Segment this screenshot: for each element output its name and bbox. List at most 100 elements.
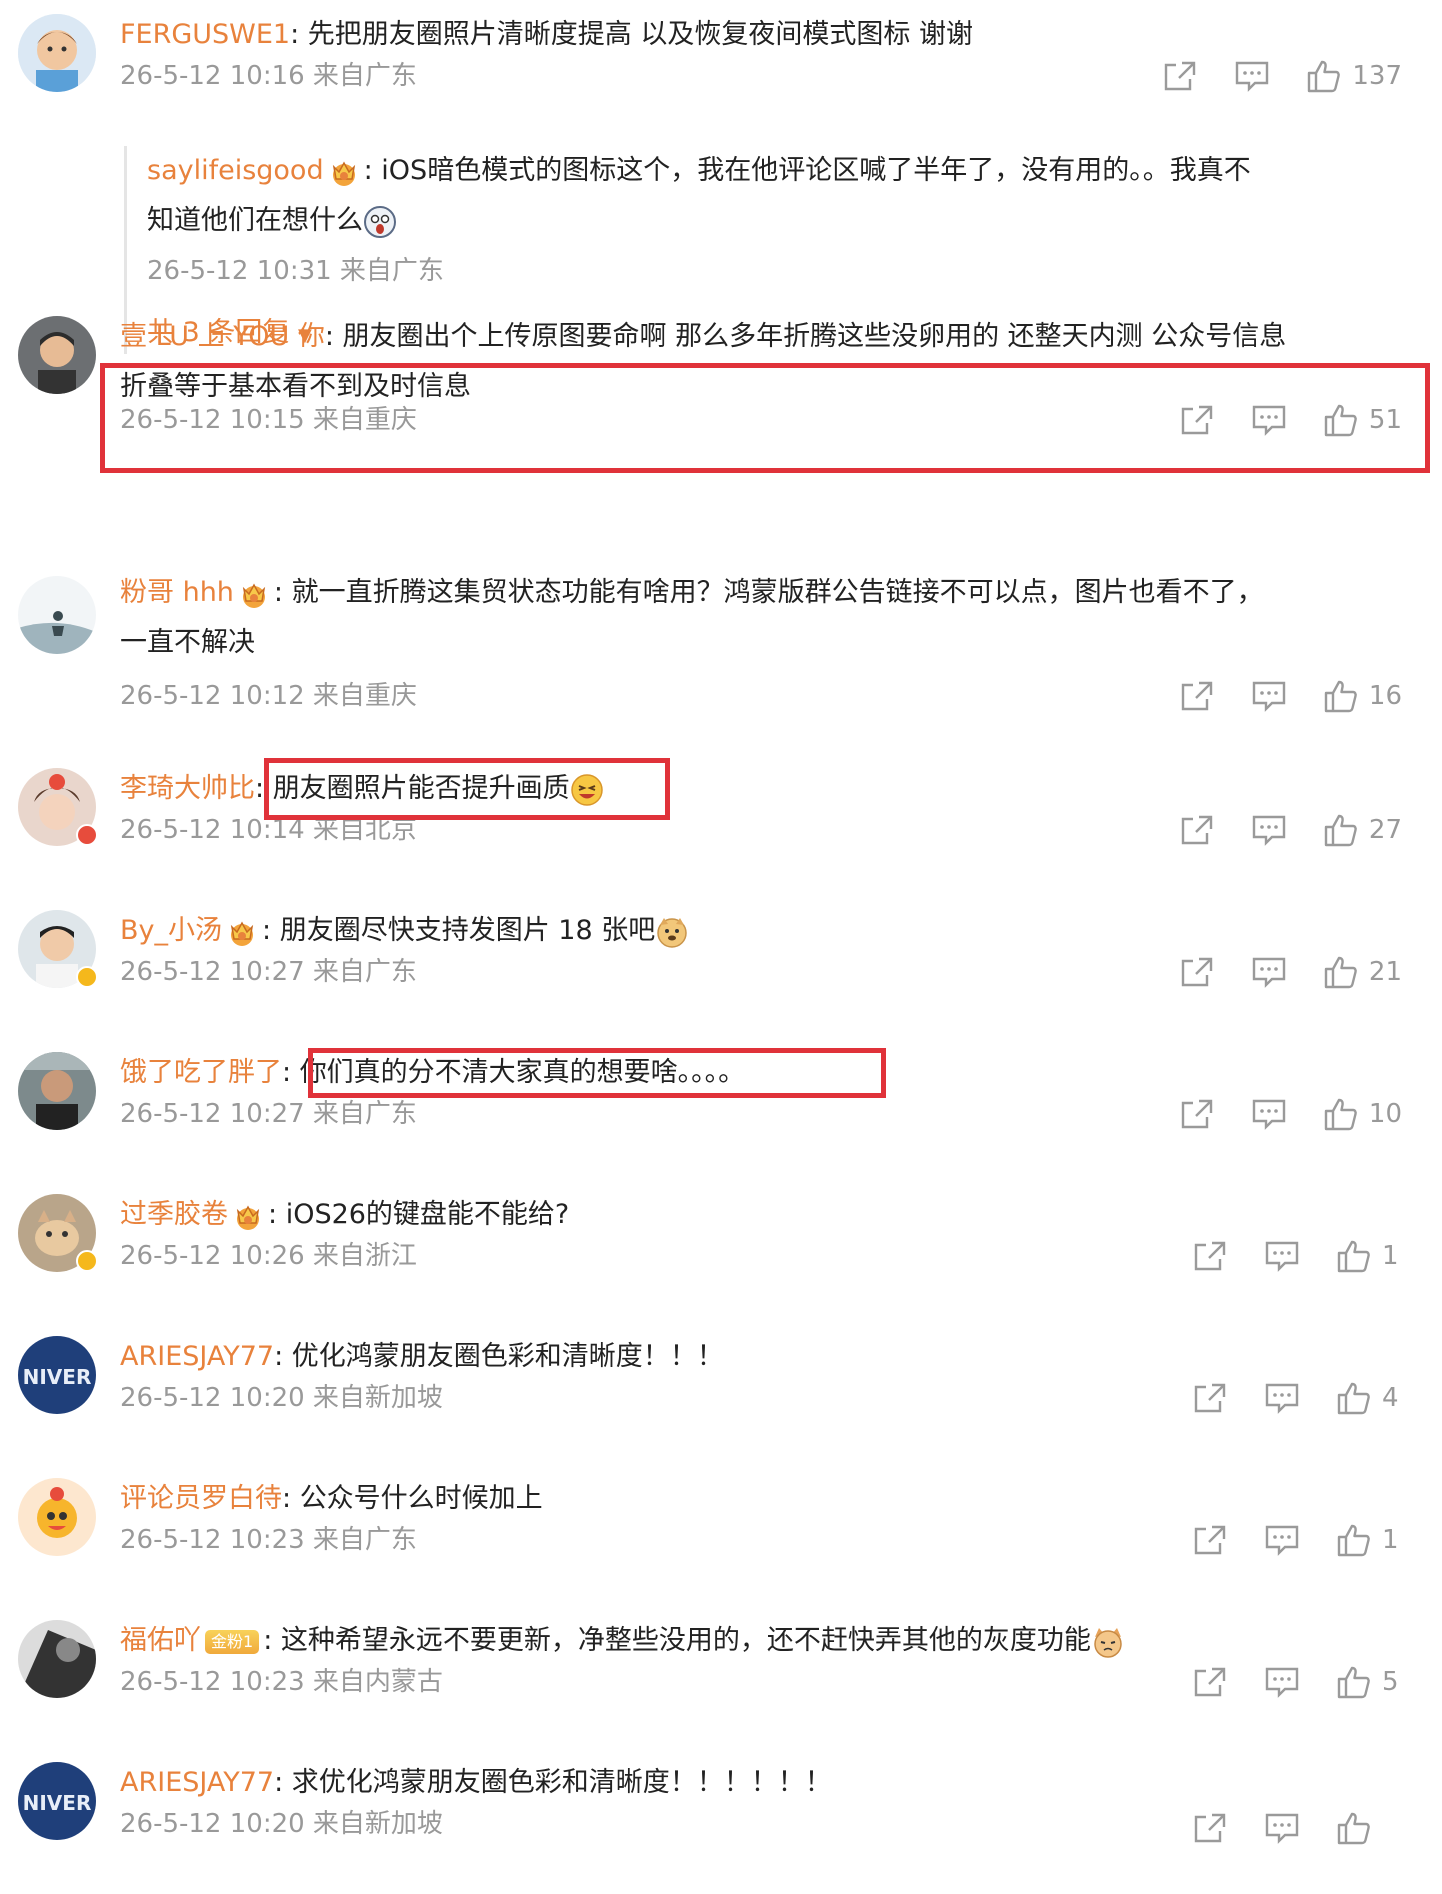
comment-actions: 1 — [1156, 1520, 1402, 1560]
comment-username[interactable]: 粉哥 hhh — [120, 577, 234, 608]
vip-crown-icon — [238, 579, 270, 609]
user-avatar[interactable] — [18, 14, 96, 92]
comment-icon[interactable] — [1251, 1097, 1287, 1131]
comment-username[interactable]: 李琦大帅比 — [120, 773, 255, 804]
comment-username[interactable]: 过季胶卷 — [120, 1199, 228, 1230]
comment-meta: 26-5-12 10:16 来自广东 — [120, 61, 417, 91]
comment-icon[interactable] — [1251, 679, 1287, 713]
like-icon[interactable] — [1323, 955, 1359, 989]
comment-meta: 26-5-12 10:23 来自内蒙古 — [120, 1667, 443, 1697]
comment-username[interactable]: 评论员罗白待 — [120, 1483, 282, 1514]
like-icon[interactable] — [1323, 679, 1359, 713]
comment-actions — [1156, 1808, 1402, 1848]
highlight-box — [308, 1048, 886, 1098]
reply-meta: 26-5-12 10:31 来自广东 — [147, 256, 444, 286]
comment-actions: 1 — [1156, 1236, 1402, 1276]
share-icon[interactable] — [1192, 1381, 1228, 1415]
like-count: 1 — [1382, 1525, 1399, 1555]
comment-icon[interactable] — [1264, 1523, 1300, 1557]
highlight-box — [264, 758, 670, 820]
like-count: 1 — [1382, 1241, 1399, 1271]
svg-text:NIVER: NIVER — [23, 1365, 92, 1389]
share-icon[interactable] — [1179, 955, 1215, 989]
comment-icon[interactable] — [1264, 1811, 1300, 1845]
comment-username[interactable]: 福佑吖 — [120, 1625, 201, 1656]
comment-body: 朋友圈尽快支持发图片 18 张吧 — [279, 915, 656, 946]
share-icon[interactable] — [1179, 1097, 1215, 1131]
comment-meta: 26-5-12 10:27 来自广东 — [120, 957, 417, 987]
verified-badge-icon — [76, 1250, 98, 1272]
share-icon[interactable] — [1179, 679, 1215, 713]
comment-username[interactable]: 饿了吃了胖了 — [120, 1057, 282, 1088]
comment-body-line2: 一直不解决 — [120, 627, 255, 658]
share-icon[interactable] — [1179, 813, 1215, 847]
comment-body: iOS26的键盘能不能给? — [285, 1199, 570, 1230]
comment-username[interactable]: ARIESJAY77 — [120, 1767, 274, 1798]
reply-body-line1: iOS暗色模式的图标这个，我在他评论区喊了半年了，没有用的。。我真不 — [381, 155, 1251, 186]
doge-emoji-icon — [657, 917, 687, 948]
comment-meta: 26-5-12 10:20 来自新加坡 — [120, 1809, 443, 1839]
reply-text: saylifeisgood: iOS暗色模式的图标这个，我在他评论区喊了半年了，… — [147, 146, 1397, 246]
comment-icon[interactable] — [1264, 1381, 1300, 1415]
like-icon[interactable] — [1306, 59, 1342, 93]
comment-body-line1: 朋友圈出个上传原图要命啊 那么多年折腾这些没卵用的 还整天内测 公众号信息 — [342, 321, 1287, 352]
comment-username[interactable]: ARIESJAY77 — [120, 1341, 274, 1372]
cat-emoji-icon — [1094, 1627, 1122, 1658]
user-avatar[interactable] — [18, 1478, 96, 1556]
comment-actions: 10 — [1143, 1094, 1402, 1134]
comment-meta: 26-5-12 10:12 来自重庆 — [120, 681, 417, 711]
like-icon[interactable] — [1323, 813, 1359, 847]
share-icon[interactable] — [1192, 1811, 1228, 1845]
comment-text: FERGUSWE1: 先把朋友圈照片清晰度提高 以及恢复夜间模式图标 谢谢 — [120, 19, 973, 50]
verified-badge-icon — [76, 824, 98, 846]
comment-actions: 5 — [1156, 1662, 1402, 1702]
like-icon[interactable] — [1336, 1239, 1372, 1273]
comment-text: 过季胶卷: iOS26的键盘能不能给? — [120, 1199, 570, 1231]
like-count: 137 — [1352, 61, 1402, 91]
comment-actions: 27 — [1143, 810, 1402, 850]
like-count: 27 — [1368, 815, 1402, 845]
comment-username[interactable]: 壹 LU 上 YOU 你 — [120, 321, 325, 352]
like-count: 5 — [1382, 1667, 1399, 1697]
comment-meta: 26-5-12 10:20 来自新加坡 — [120, 1383, 443, 1413]
comment-body: 公众号什么时候加上 — [299, 1483, 543, 1514]
share-icon[interactable] — [1192, 1239, 1228, 1273]
like-icon[interactable] — [1323, 1097, 1359, 1131]
user-avatar[interactable] — [18, 1052, 96, 1130]
comment-icon[interactable] — [1264, 1239, 1300, 1273]
user-avatar[interactable] — [18, 1620, 96, 1698]
comment-username[interactable]: FERGUSWE1 — [120, 19, 290, 50]
vip-crown-icon — [232, 1201, 264, 1231]
like-icon[interactable] — [1336, 1665, 1372, 1699]
verified-badge-icon — [76, 966, 98, 988]
user-avatar[interactable]: NIVER — [18, 1336, 96, 1414]
comment-body: 这种希望永远不要更新，净整些没用的，还不赶快弄其他的灰度功能 — [280, 1625, 1091, 1656]
user-avatar[interactable] — [18, 316, 96, 394]
like-icon[interactable] — [1336, 1523, 1372, 1557]
user-avatar[interactable]: NIVER — [18, 1762, 96, 1840]
reply-username[interactable]: saylifeisgood — [147, 155, 324, 186]
comment-username[interactable]: By_小汤 — [120, 915, 222, 946]
comment-icon[interactable] — [1251, 955, 1287, 989]
comment-text: 福佑吖 金粉1: 这种希望永远不要更新，净整些没用的，还不赶快弄其他的灰度功能 — [120, 1616, 1410, 1666]
like-icon[interactable] — [1336, 1811, 1372, 1845]
comment-meta: 26-5-12 10:23 来自广东 — [120, 1525, 417, 1555]
fan-badge: 金粉1 — [205, 1629, 260, 1654]
like-count: 16 — [1368, 681, 1402, 711]
comment-icon[interactable] — [1234, 59, 1270, 93]
share-icon[interactable] — [1192, 1523, 1228, 1557]
comment-actions: 137 — [1126, 56, 1402, 96]
comment-actions: 16 — [1143, 676, 1402, 716]
comment-text: By_小汤: 朋友圈尽快支持发图片 18 张吧 — [120, 906, 1410, 956]
comment-icon[interactable] — [1251, 813, 1287, 847]
user-avatar[interactable] — [18, 576, 96, 654]
comment-body: 先把朋友圈照片清晰度提高 以及恢复夜间模式图标 谢谢 — [307, 19, 973, 50]
comment-body: 求优化鸿蒙朋友圈色彩和清晰度！！！！！！ — [291, 1767, 832, 1798]
share-icon[interactable] — [1162, 59, 1198, 93]
comment-text: ARIESJAY77: 优化鸿蒙朋友圈色彩和清晰度！！！ — [120, 1341, 724, 1372]
comment-icon[interactable] — [1264, 1665, 1300, 1699]
like-icon[interactable] — [1336, 1381, 1372, 1415]
share-icon[interactable] — [1192, 1665, 1228, 1699]
comment-meta: 26-5-12 10:27 来自广东 — [120, 1099, 417, 1129]
like-count: 21 — [1368, 957, 1402, 987]
